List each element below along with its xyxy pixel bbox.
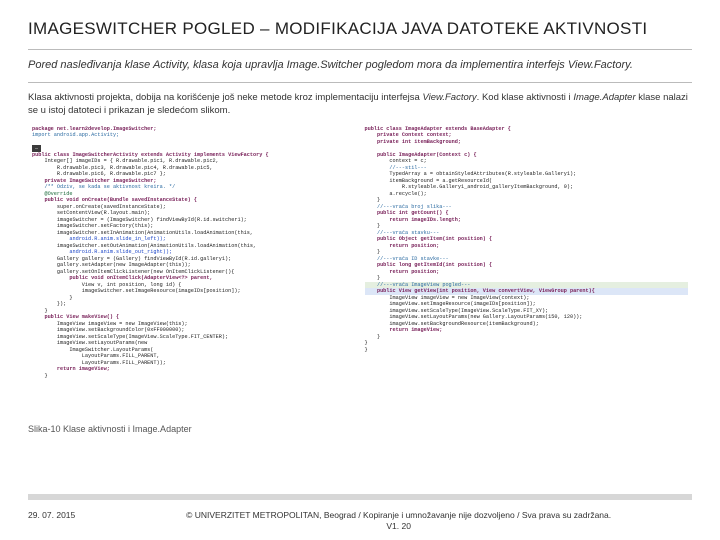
para-italic-2: Image.Adapter [573,92,635,103]
page-title: IMAGESWITCHER POGLED – MODIFIKACIJA JAVA… [28,18,692,39]
body-paragraph: Klasa aktivnosti projekta, dobija na kor… [28,91,692,118]
footer: 29. 07. 2015 © UNIVERZITET METROPOLITAN,… [28,510,692,532]
code-screenshot: package net.learn2develop.ImageSwitcher;… [28,124,692,422]
para-text: Klasa aktivnosti projekta, dobija na kor… [28,92,422,103]
caption-underline [28,494,692,500]
para-text: . Kod klase aktivnosti i [477,92,574,103]
code-column-right: public class ImageAdapter extends BaseAd… [360,124,693,422]
footer-date: 29. 07. 2015 [28,510,75,520]
figure-caption: Slika-10 Klase aktivnosti i Image.Adapte… [28,424,692,434]
lead-paragraph: Pored nasleđivanja klase Activity, klasa… [28,58,692,74]
code-column-left: package net.learn2develop.ImageSwitcher;… [28,124,360,422]
title-divider [28,49,692,50]
lead-divider [28,82,692,83]
footer-copyright: © UNIVERZITET METROPOLITAN, Beograd / Ko… [105,510,692,532]
para-italic-1: View.Factory [422,92,476,103]
